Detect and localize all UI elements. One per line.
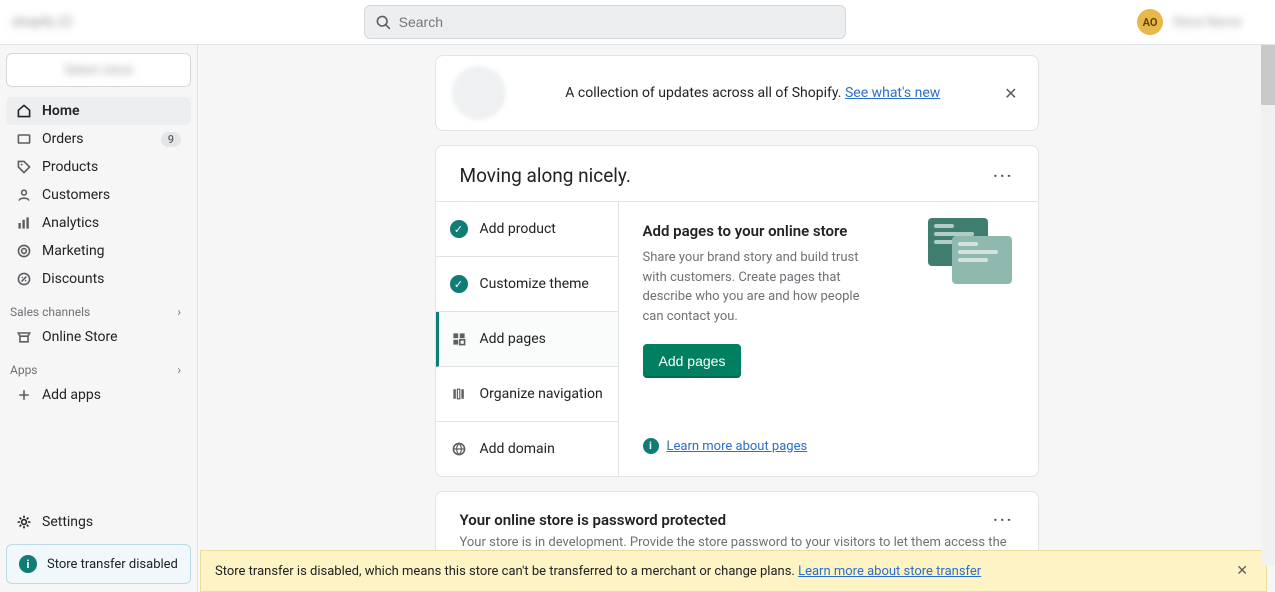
transfer-disabled-banner: Store transfer is disabled, which means … bbox=[200, 550, 1267, 592]
learn-more-transfer-link[interactable]: Learn more about store transfer bbox=[798, 564, 981, 579]
nav-settings[interactable]: Settings bbox=[6, 506, 191, 538]
info-icon: i bbox=[643, 438, 659, 454]
pages-icon bbox=[450, 330, 468, 348]
nav: Home Orders 9 Products Customers Analyti… bbox=[6, 97, 191, 584]
info-icon: i bbox=[19, 555, 37, 573]
step-label: Add product bbox=[480, 221, 556, 237]
more-icon[interactable]: ··· bbox=[993, 166, 1013, 185]
nav-orders[interactable]: Orders 9 bbox=[6, 125, 191, 153]
step-add-domain[interactable]: Add domain bbox=[436, 422, 618, 476]
setup-detail: Add pages to your online store Share you… bbox=[618, 202, 1038, 476]
step-add-pages[interactable]: Add pages bbox=[436, 312, 618, 367]
orders-badge: 9 bbox=[161, 132, 181, 147]
discounts-icon bbox=[16, 271, 32, 287]
topbar-brand: shopify 22 bbox=[12, 15, 72, 30]
more-icon[interactable]: ··· bbox=[993, 510, 1013, 529]
home-icon bbox=[16, 103, 32, 119]
setup-guide-card: Moving along nicely. ··· ✓ Add product ✓… bbox=[435, 145, 1039, 477]
nav-label: Customers bbox=[42, 187, 110, 203]
step-label: Customize theme bbox=[480, 276, 589, 292]
close-icon[interactable]: ✕ bbox=[1000, 80, 1021, 107]
section-apps[interactable]: Apps › bbox=[6, 351, 191, 381]
learn-more-row: i Learn more about pages bbox=[643, 438, 1014, 454]
marketing-icon bbox=[16, 243, 32, 259]
updates-banner: A collection of updates across all of Sh… bbox=[435, 55, 1039, 131]
step-add-product[interactable]: ✓ Add product bbox=[436, 202, 618, 257]
nav-analytics[interactable]: Analytics bbox=[6, 209, 191, 237]
disabled-text: Store transfer disabled bbox=[47, 557, 178, 572]
add-pages-button[interactable]: Add pages bbox=[643, 344, 742, 378]
nav-label: Products bbox=[42, 159, 98, 175]
plus-icon bbox=[16, 387, 32, 403]
nav-discounts[interactable]: Discounts bbox=[6, 265, 191, 293]
step-label: Add pages bbox=[480, 331, 546, 347]
sidebar: Select store Home Orders 9 Products Cust… bbox=[0, 45, 198, 592]
nav-label: Analytics bbox=[42, 215, 99, 231]
globe-icon bbox=[450, 440, 468, 458]
search-input[interactable] bbox=[399, 14, 835, 30]
learn-more-pages-link[interactable]: Learn more about pages bbox=[667, 439, 808, 454]
setup-card-title: Moving along nicely. bbox=[460, 164, 631, 187]
avatar[interactable]: AO bbox=[1137, 9, 1163, 35]
nav-label: Online Store bbox=[42, 329, 118, 345]
nav-customers[interactable]: Customers bbox=[6, 181, 191, 209]
step-label: Organize navigation bbox=[480, 386, 603, 402]
nav-products[interactable]: Products bbox=[6, 153, 191, 181]
nav-marketing[interactable]: Marketing bbox=[6, 237, 191, 265]
store-transfer-disabled-badge: i Store transfer disabled bbox=[6, 544, 191, 584]
search-field[interactable] bbox=[364, 5, 846, 39]
nav-label: Home bbox=[42, 103, 80, 119]
store-name[interactable]: Store Name bbox=[1173, 15, 1263, 30]
section-label: Sales channels bbox=[10, 305, 90, 319]
navigation-icon bbox=[450, 385, 468, 403]
store-icon bbox=[16, 329, 32, 345]
analytics-icon bbox=[16, 215, 32, 231]
pages-illustration bbox=[928, 218, 1018, 288]
see-whats-new-link[interactable]: See what's new bbox=[845, 85, 940, 101]
section-label: Apps bbox=[10, 363, 38, 377]
brand-blur: shopify 22 bbox=[12, 15, 72, 30]
nav-label: Add apps bbox=[42, 387, 101, 403]
nav-label: Discounts bbox=[42, 271, 104, 287]
chevron-right-icon: › bbox=[177, 363, 181, 377]
updates-text: A collection of updates across all of Sh… bbox=[520, 85, 987, 101]
step-customize-theme[interactable]: ✓ Customize theme bbox=[436, 257, 618, 312]
gear-icon bbox=[16, 514, 32, 530]
store-switcher[interactable]: Select store bbox=[6, 53, 191, 87]
setup-steps: ✓ Add product ✓ Customize theme Add page… bbox=[436, 202, 618, 476]
settings-label: Settings bbox=[42, 514, 93, 530]
close-icon[interactable]: ✕ bbox=[1232, 559, 1252, 583]
banner-text: Store transfer is disabled, which means … bbox=[215, 564, 798, 579]
main: A collection of updates across all of Sh… bbox=[198, 45, 1275, 592]
step-label: Add domain bbox=[480, 441, 555, 457]
customers-icon bbox=[16, 187, 32, 203]
password-card-title: Your online store is password protected bbox=[460, 511, 727, 529]
scrollbar-thumb[interactable] bbox=[1261, 45, 1275, 105]
nav-label: Orders bbox=[42, 131, 84, 147]
topbar: shopify 22 AO Store Name bbox=[0, 0, 1275, 45]
search-icon bbox=[375, 14, 391, 30]
check-icon: ✓ bbox=[450, 220, 468, 238]
products-icon bbox=[16, 159, 32, 175]
updates-illustration bbox=[452, 66, 506, 120]
nav-home[interactable]: Home bbox=[6, 97, 191, 125]
topbar-right: AO Store Name bbox=[1137, 9, 1263, 35]
check-icon: ✓ bbox=[450, 275, 468, 293]
search-wrap bbox=[364, 5, 846, 39]
section-sales-channels[interactable]: Sales channels › bbox=[6, 293, 191, 323]
orders-icon bbox=[16, 131, 32, 147]
scrollbar[interactable] bbox=[1261, 45, 1275, 565]
nav-add-apps[interactable]: Add apps bbox=[6, 381, 191, 409]
nav-label: Marketing bbox=[42, 243, 105, 259]
nav-online-store[interactable]: Online Store bbox=[6, 323, 191, 351]
chevron-right-icon: › bbox=[177, 305, 181, 319]
step-organize-navigation[interactable]: Organize navigation bbox=[436, 367, 618, 422]
detail-desc: Share your brand story and build trust w… bbox=[643, 248, 873, 326]
